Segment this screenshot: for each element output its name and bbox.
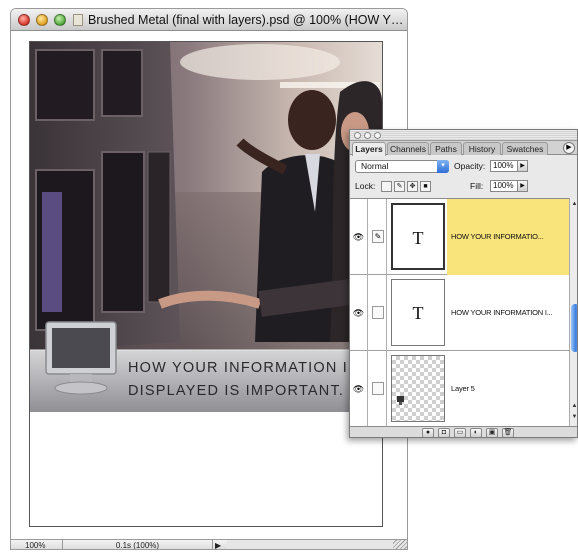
tab-channels[interactable]: Channels <box>387 142 429 155</box>
palette-close-button[interactable] <box>354 132 361 139</box>
scroll-thumb[interactable] <box>571 304 577 352</box>
text-layer-icon: T <box>412 303 424 323</box>
document-canvas[interactable]: HOW YOUR INFORMATION IS DISPLAYED IS IMP… <box>29 41 383 527</box>
opacity-label: Opacity: <box>454 161 486 171</box>
status-info: 0.1s (100%) <box>63 540 213 549</box>
fill-field[interactable]: 100% <box>490 180 518 192</box>
layer-row[interactable]: 👁 ✎ T HOW YOUR INFORMATIO... <box>350 199 569 275</box>
document-title: Brushed Metal (final with layers).psd @ … <box>88 13 406 27</box>
minimize-window-button[interactable] <box>36 14 48 26</box>
text-layer-icon: T <box>412 228 424 248</box>
layer-thumbnail[interactable] <box>391 355 445 422</box>
eye-icon[interactable]: 👁 <box>350 275 368 351</box>
blend-opacity-row: Normal ▾ Opacity: 100% ▶ <box>350 158 577 176</box>
opacity-field[interactable]: 100% <box>490 160 518 172</box>
lock-transparency-icon[interactable] <box>381 181 392 192</box>
status-menu-arrow-icon[interactable]: ▶ <box>215 540 225 549</box>
tab-paths[interactable]: Paths <box>430 142 462 155</box>
zoom-window-button[interactable] <box>54 14 66 26</box>
document-proxy-icon[interactable] <box>73 14 83 26</box>
eye-icon[interactable]: 👁 <box>350 199 368 275</box>
artwork-image: HOW YOUR INFORMATION IS DISPLAYED IS IMP… <box>30 42 382 412</box>
artwork-headline-line2: DISPLAYED IS IMPORTANT. <box>128 383 344 399</box>
link-cell[interactable]: ✎ <box>369 199 387 275</box>
zoom-field[interactable]: 100% <box>11 540 63 549</box>
lock-all-icon[interactable]: ■ <box>420 181 431 192</box>
link-cell[interactable] <box>369 275 387 351</box>
fill-label: Fill: <box>470 181 484 191</box>
link-box <box>372 382 384 395</box>
lock-fill-row: Lock: ✎ ✥ ■ Fill: 100% ▶ <box>350 178 577 196</box>
layer-row[interactable]: 👁 T HOW YOUR INFORMATION I... <box>350 275 569 351</box>
palette-tabbar: Layers Channels Paths History Swatches ▶ <box>350 141 577 156</box>
new-set-icon[interactable]: ▭ <box>454 428 466 437</box>
palette-bottom-bar: ● ◘ ▭ ◐ ▣ 🗑 <box>350 426 577 437</box>
resize-grip[interactable] <box>393 540 407 549</box>
palette-zoom-button[interactable] <box>374 132 381 139</box>
tab-swatches[interactable]: Swatches <box>502 142 548 155</box>
document-statusbar: 100% 0.1s (100%) ▶ <box>11 539 407 549</box>
lock-label: Lock: <box>355 181 376 191</box>
eye-icon[interactable]: 👁 <box>350 351 368 426</box>
layer-name-cell[interactable]: HOW YOUR INFORMATIO... <box>447 199 569 275</box>
layer-thumbnail[interactable]: T <box>391 279 445 346</box>
lock-position-icon[interactable]: ✥ <box>407 181 418 192</box>
tab-layers[interactable]: Layers <box>352 142 386 156</box>
horizontal-scrollbar[interactable] <box>227 540 393 549</box>
layer-row[interactable]: 👁 Layer 5 <box>350 351 569 426</box>
layer-list: 👁 ✎ T HOW YOUR INFORMATIO... 👁 T HOW YOU… <box>350 198 569 426</box>
palette-titlebar[interactable] <box>350 130 577 141</box>
layers-palette: Layers Channels Paths History Swatches ▶… <box>349 129 578 438</box>
layer-name-cell[interactable]: Layer 5 <box>447 351 569 426</box>
close-window-button[interactable] <box>18 14 30 26</box>
blend-mode-arrow-icon[interactable]: ▾ <box>437 160 449 173</box>
scroll-up-icon[interactable]: ▲ <box>570 402 577 411</box>
opacity-arrow-icon[interactable]: ▶ <box>518 160 528 172</box>
layer-name: HOW YOUR INFORMATION I... <box>451 308 553 317</box>
scroll-up-icon[interactable]: ▲ <box>570 200 577 209</box>
fill-arrow-icon[interactable]: ▶ <box>518 180 528 192</box>
artwork-headline-line1: HOW YOUR INFORMATION IS <box>128 360 359 376</box>
link-cell[interactable] <box>369 351 387 426</box>
layer-style-icon[interactable]: ● <box>422 428 434 437</box>
lock-image-icon[interactable]: ✎ <box>394 181 405 192</box>
layer-name-cell[interactable]: HOW YOUR INFORMATION I... <box>447 275 569 351</box>
trash-icon[interactable]: 🗑 <box>502 428 514 437</box>
tab-history[interactable]: History <box>463 142 501 155</box>
document-titlebar[interactable]: Brushed Metal (final with layers).psd @ … <box>11 9 407 31</box>
new-layer-icon[interactable]: ▣ <box>486 428 498 437</box>
brush-icon: ✎ <box>372 230 384 243</box>
link-box <box>372 306 384 319</box>
palette-minimize-button[interactable] <box>364 132 371 139</box>
layers-scrollbar[interactable]: ▲ ▲ ▼ <box>569 198 577 426</box>
palette-menu-icon[interactable]: ▶ <box>563 142 575 154</box>
layer-name: Layer 5 <box>451 384 475 393</box>
layer-mask-icon[interactable]: ◘ <box>438 428 450 437</box>
blend-mode-select[interactable]: Normal ▾ <box>355 160 449 173</box>
adjustment-layer-icon[interactable]: ◐ <box>470 428 482 437</box>
layer-5-thumbnail-art <box>397 396 404 405</box>
scroll-down-icon[interactable]: ▼ <box>570 413 577 422</box>
layer-thumbnail[interactable]: T <box>391 203 445 270</box>
layer-name: HOW YOUR INFORMATIO... <box>451 232 544 241</box>
blend-mode-value: Normal <box>361 161 389 171</box>
